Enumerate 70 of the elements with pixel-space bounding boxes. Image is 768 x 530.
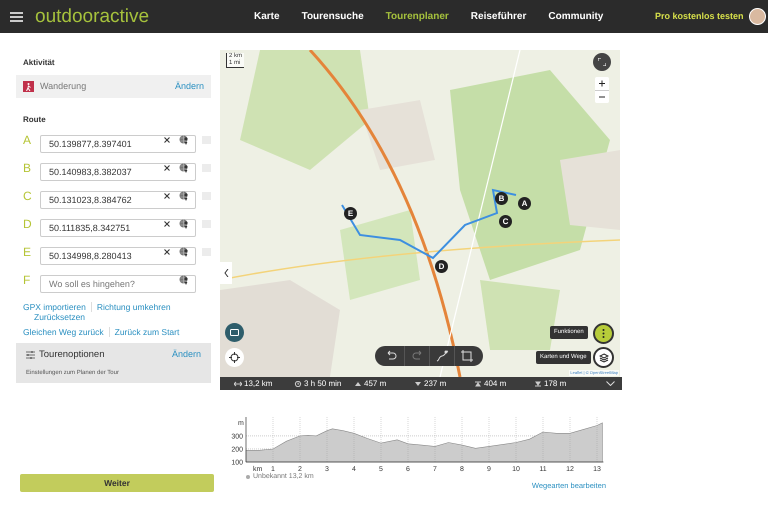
collapse-panel-button[interactable] xyxy=(220,262,232,284)
drag-handle-icon[interactable] xyxy=(202,220,211,228)
distance-icon xyxy=(234,380,242,386)
nav-link[interactable]: Tourensuche xyxy=(302,9,364,24)
sliders-icon xyxy=(26,351,35,360)
stat-value: 457 m xyxy=(364,378,386,390)
clear-icon[interactable] xyxy=(164,193,170,199)
globe-pin-icon[interactable] xyxy=(179,163,189,173)
next-button[interactable]: Weiter xyxy=(20,474,214,492)
stat-value: 178 m xyxy=(544,378,566,390)
summit-icon xyxy=(474,380,482,386)
globe-pin-icon[interactable] xyxy=(179,247,189,257)
activity-card[interactable]: Wanderung Ändern xyxy=(16,75,211,98)
crosshair-icon xyxy=(229,352,240,363)
drag-handle-icon[interactable] xyxy=(202,192,211,200)
menu-icon[interactable] xyxy=(10,12,23,22)
waypoint-field[interactable]: 50.131023,8.384762 xyxy=(40,191,196,209)
text-link[interactable]: Zurück zum Start xyxy=(108,327,180,337)
waypoint-field[interactable]: 50.140983,8.382037 xyxy=(40,163,196,181)
drag-handle-icon[interactable] xyxy=(202,248,211,256)
waypoint-letter: F xyxy=(22,272,32,289)
waypoint-field[interactable]: 50.139877,8.397401 xyxy=(40,135,196,153)
dots-icon xyxy=(602,329,605,338)
low-point-icon xyxy=(534,380,542,386)
globe-pin-icon[interactable] xyxy=(179,135,189,145)
waypoint-field[interactable]: Wo soll es hingehen? xyxy=(40,275,196,293)
screen-icon xyxy=(230,328,239,336)
pro-trial-link[interactable]: Pro kostenlos testen xyxy=(655,10,744,24)
activity-name: Wanderung xyxy=(40,80,86,93)
layers-icon xyxy=(598,352,608,362)
chevron-left-icon xyxy=(224,269,228,277)
ascent-icon xyxy=(354,380,362,386)
stat-value: 13,2 km xyxy=(244,378,272,390)
text-link[interactable]: Gleichen Weg zurück xyxy=(23,327,104,337)
drag-handle-icon[interactable] xyxy=(202,136,211,144)
globe-pin-icon[interactable] xyxy=(179,275,189,285)
waypoint-field[interactable]: 50.134998,8.280413 xyxy=(40,247,196,265)
options-title: Tourenoptionen xyxy=(39,348,104,362)
waypoint-letter: A xyxy=(22,132,32,149)
nav-link[interactable]: Community xyxy=(548,9,604,24)
drag-handle-icon[interactable] xyxy=(202,164,211,172)
clear-icon[interactable] xyxy=(164,137,170,143)
expand-icon xyxy=(598,58,606,66)
stat-value: 404 m xyxy=(484,378,506,390)
section-label: Route xyxy=(23,114,47,126)
clear-icon[interactable] xyxy=(164,249,170,255)
nav-link[interactable]: Tourenplaner xyxy=(386,9,449,24)
waypoint-letter: D xyxy=(22,216,33,233)
nav-link[interactable]: Reiseführer xyxy=(470,9,526,24)
chevron-down-icon[interactable] xyxy=(606,381,615,386)
waypoint-letter: C xyxy=(22,188,33,205)
avatar[interactable] xyxy=(749,8,766,25)
nav-link[interactable]: Karte xyxy=(254,9,280,24)
clear-icon[interactable] xyxy=(164,221,170,227)
stat-value: 237 m xyxy=(424,378,446,390)
stat-value: 3 h 50 min xyxy=(304,378,342,390)
logo[interactable]: outdooractive xyxy=(35,7,150,26)
hiking-icon xyxy=(23,81,34,92)
clock-icon xyxy=(294,380,302,386)
waypoint-letter: B xyxy=(22,160,32,177)
waypoint-letter: E xyxy=(22,244,32,261)
globe-pin-icon[interactable] xyxy=(179,191,189,201)
waypoint-field[interactable]: 50.111835,8.342751 xyxy=(40,219,196,237)
text-link[interactable]: GPX importieren xyxy=(23,302,86,312)
text-link[interactable]: Richtung umkehren xyxy=(90,302,171,312)
globe-pin-icon[interactable] xyxy=(179,219,189,229)
descent-icon xyxy=(414,380,422,386)
section-label: Aktivität xyxy=(23,57,56,69)
text-link[interactable]: Zurücksetzen xyxy=(34,312,86,322)
clear-icon[interactable] xyxy=(164,165,170,171)
